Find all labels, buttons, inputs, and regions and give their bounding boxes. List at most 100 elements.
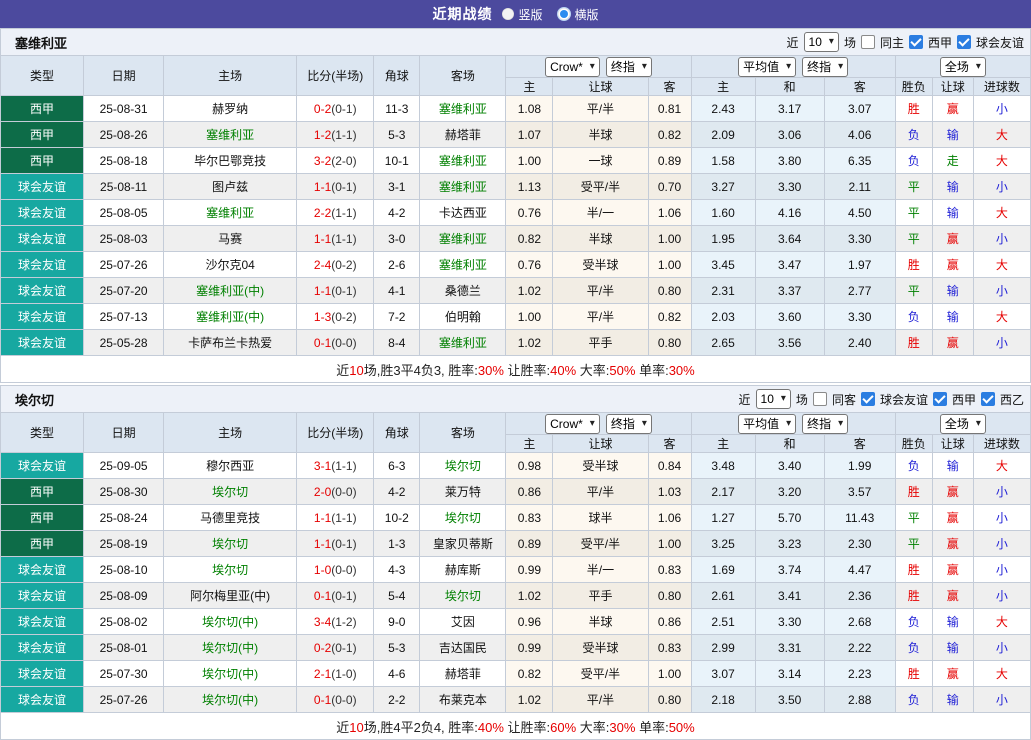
away-team-cell[interactable]: 塞维利亚 <box>420 96 506 122</box>
radio-horizontal[interactable]: 横版 <box>557 6 599 23</box>
home-team-cell[interactable]: 赫罗纳 <box>164 96 297 122</box>
result-cell: 平 <box>895 278 932 304</box>
match-type-cell: 西甲 <box>1 479 84 505</box>
away-team-cell[interactable]: 塞维利亚 <box>420 174 506 200</box>
away-team-cell[interactable]: 赫塔菲 <box>420 661 506 687</box>
home-team-cell[interactable]: 埃尔切 <box>164 479 297 505</box>
odds-company-select[interactable]: Crow*▾ <box>545 414 600 434</box>
home-team-cell[interactable]: 埃尔切 <box>164 557 297 583</box>
home-team-cell[interactable]: 埃尔切 <box>164 531 297 557</box>
filter-checkbox-西甲[interactable] <box>933 392 947 406</box>
handicap-line-cell: 平/半 <box>553 479 648 505</box>
home-team-cell[interactable]: 穆尔西亚 <box>164 453 297 479</box>
match-row: 西甲25-08-18毕尔巴鄂竞技3-2(2-0)10-1塞维利亚1.00一球0.… <box>1 148 1031 174</box>
recent-count-select[interactable]: 10▾ <box>804 32 839 52</box>
away-team-cell[interactable]: 赫库斯 <box>420 557 506 583</box>
scope-select[interactable]: 全场▾ <box>940 57 986 77</box>
avg-stage-select[interactable]: 终指▾ <box>802 57 848 77</box>
home-team-cell[interactable]: 马德里竞技 <box>164 505 297 531</box>
home-team-cell[interactable]: 塞维利亚 <box>164 122 297 148</box>
away-team-cell[interactable]: 赫塔菲 <box>420 122 506 148</box>
handicap-line-cell: 平/半 <box>553 278 648 304</box>
corners-cell: 2-6 <box>374 252 420 278</box>
asian-result-cell: 输 <box>932 687 973 713</box>
odds-stage-select[interactable]: 终指▾ <box>606 57 652 77</box>
filter-checkbox-同客[interactable] <box>813 392 827 406</box>
filter-checkbox-label: 同客 <box>832 391 856 408</box>
avg-home-odds-cell: 1.58 <box>691 148 755 174</box>
avg-stage-select[interactable]: 终指▾ <box>802 414 848 434</box>
home-team-cell[interactable]: 塞维利亚 <box>164 200 297 226</box>
home-team-cell[interactable]: 塞维利亚(中) <box>164 278 297 304</box>
scope-select[interactable]: 全场▾ <box>940 414 986 434</box>
filter-checkbox-球会友谊[interactable] <box>957 35 971 49</box>
avg-draw-odds-cell: 3.30 <box>755 174 824 200</box>
match-date-cell: 25-08-01 <box>84 635 164 661</box>
home-team-cell[interactable]: 埃尔切(中) <box>164 609 297 635</box>
avg-away-odds-cell: 4.50 <box>824 200 895 226</box>
away-team-cell[interactable]: 吉达国民 <box>420 635 506 661</box>
corners-cell: 4-2 <box>374 479 420 505</box>
odds-stage-select[interactable]: 终指 ▾ <box>606 414 652 434</box>
match-row: 球会友谊25-08-09阿尔梅里亚(中)0-1(0-1)5-4埃尔切1.02平手… <box>1 583 1031 609</box>
score-cell: 1-1(0-1) <box>297 278 374 304</box>
dropdown-arrow-icon: ▾ <box>590 62 595 72</box>
summary-segment: 40% <box>478 720 504 735</box>
filter-checkbox-同主[interactable] <box>861 35 875 49</box>
match-type-cell: 球会友谊 <box>1 609 84 635</box>
scope-select-value: 全场 <box>945 415 969 432</box>
away-team-cell[interactable]: 塞维利亚 <box>420 330 506 356</box>
filter-checkbox-西乙[interactable] <box>981 392 995 406</box>
avg-draw-odds-cell: 3.37 <box>755 278 824 304</box>
result-cell: 负 <box>895 609 932 635</box>
radio-button-icon[interactable] <box>502 8 514 20</box>
home-team-cell[interactable]: 图卢兹 <box>164 174 297 200</box>
home-team-cell[interactable]: 埃尔切(中) <box>164 661 297 687</box>
home-team-cell[interactable]: 沙尔克04 <box>164 252 297 278</box>
dropdown-arrow-icon: ▾ <box>642 419 647 429</box>
away-team-cell[interactable]: 桑德兰 <box>420 278 506 304</box>
filter-checkbox-西甲[interactable] <box>909 35 923 49</box>
goals-result-cell: 小 <box>973 635 1030 661</box>
away-team-cell[interactable]: 埃尔切 <box>420 453 506 479</box>
filter-checkbox-label: 球会友谊 <box>976 34 1024 51</box>
recent-count-select[interactable]: 10▾ <box>756 389 791 409</box>
radio-button-icon[interactable] <box>557 7 571 21</box>
away-team-cell[interactable]: 塞维利亚 <box>420 148 506 174</box>
odds-stage-select-value: 终指 <box>611 415 635 432</box>
home-team-cell[interactable]: 马赛 <box>164 226 297 252</box>
away-team-cell[interactable]: 埃尔切 <box>420 583 506 609</box>
home-team-cell[interactable]: 埃尔切(中) <box>164 687 297 713</box>
match-date-cell: 25-05-28 <box>84 330 164 356</box>
away-team-cell[interactable]: 布莱克本 <box>420 687 506 713</box>
away-team-cell[interactable]: 塞维利亚 <box>420 252 506 278</box>
handicap-away-odds-cell: 0.80 <box>648 330 691 356</box>
home-team-cell[interactable]: 阿尔梅里亚(中) <box>164 583 297 609</box>
sub-column-header: 客 <box>648 435 691 453</box>
home-team-cell[interactable]: 毕尔巴鄂竞技 <box>164 148 297 174</box>
corners-cell: 4-1 <box>374 278 420 304</box>
goals-result-cell: 大 <box>973 609 1030 635</box>
goals-result-cell: 小 <box>973 479 1030 505</box>
away-team-cell[interactable]: 艾因 <box>420 609 506 635</box>
radio-vertical[interactable]: 竖版 <box>502 6 542 23</box>
away-team-cell[interactable]: 卡达西亚 <box>420 200 506 226</box>
handicap-line-cell: 受半球 <box>553 252 648 278</box>
away-team-cell[interactable]: 皇家贝蒂斯 <box>420 531 506 557</box>
avg-away-odds-cell: 3.30 <box>824 304 895 330</box>
away-team-cell[interactable]: 伯明翰 <box>420 304 506 330</box>
odds-company-select[interactable]: Crow*▾ <box>545 57 600 77</box>
home-team-cell[interactable]: 埃尔切(中) <box>164 635 297 661</box>
filter-checkbox-球会友谊[interactable] <box>861 392 875 406</box>
away-team-cell[interactable]: 塞维利亚 <box>420 226 506 252</box>
result-cell: 胜 <box>895 557 932 583</box>
away-team-cell[interactable]: 埃尔切 <box>420 505 506 531</box>
avg-company-select[interactable]: 平均值▾ <box>738 57 796 77</box>
home-team-cell[interactable]: 卡萨布兰卡热爱 <box>164 330 297 356</box>
handicap-away-odds-cell: 0.70 <box>648 174 691 200</box>
home-team-cell[interactable]: 塞维利亚(中) <box>164 304 297 330</box>
away-team-cell[interactable]: 莱万特 <box>420 479 506 505</box>
avg-draw-odds-cell: 3.64 <box>755 226 824 252</box>
asian-result-cell: 赢 <box>932 252 973 278</box>
avg-company-select[interactable]: 平均值▾ <box>738 414 796 434</box>
